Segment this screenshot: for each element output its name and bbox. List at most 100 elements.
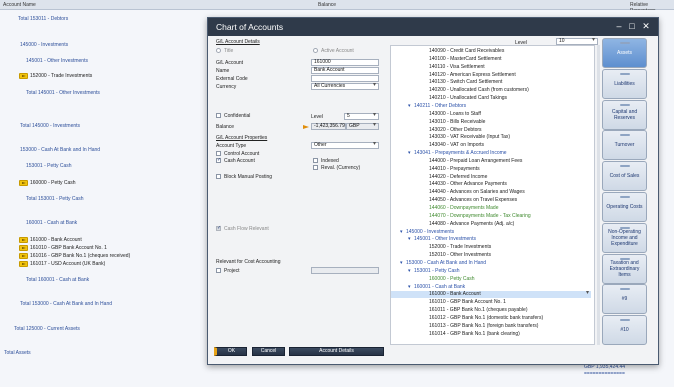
report-row[interactable]: 145001 - Other Investments (26, 58, 88, 64)
tree-node[interactable]: 144020 - Deferred Income (429, 174, 487, 181)
currency-select[interactable]: All Currencies (311, 83, 379, 90)
tree-node[interactable]: 144000 - Prepaid Loan Arrangement Fees (429, 158, 522, 165)
drawer-tab[interactable]: Liabilities (602, 68, 647, 99)
external-code-field[interactable] (311, 75, 379, 82)
dialog-titlebar[interactable]: Chart of Accounts – □ ✕ (208, 18, 658, 36)
balance-currency-select[interactable]: GBP (346, 123, 379, 130)
tree-node[interactable]: 140090 - Credit Card Receivables (429, 48, 504, 55)
link-arrow-icon[interactable] (19, 245, 28, 251)
tree-node[interactable]: ▾ 153000 - Cash At Bank and In Hand (400, 260, 486, 267)
report-row[interactable]: Total 153011 - Debtors (18, 16, 68, 22)
report-row[interactable]: Total Assets (4, 350, 31, 356)
tree-node[interactable]: ▾ 153001 - Petty Cash (408, 268, 460, 275)
close-icon[interactable]: ✕ (641, 21, 651, 31)
report-row[interactable]: Total 153000 - Cash At Bank and In Hand (20, 301, 112, 307)
drawer-tab[interactable]: Capital and Reserves (602, 99, 647, 130)
tree-level-select[interactable]: 10 (556, 38, 598, 45)
tree-node[interactable]: 140120 - American Express Settlement (429, 72, 516, 79)
link-arrow-icon[interactable] (19, 261, 28, 267)
link-arrow-icon[interactable] (19, 237, 28, 243)
name-field[interactable]: Bank Account (311, 67, 379, 74)
report-row[interactable]: 161000 - Bank Account (30, 237, 82, 243)
drawer-tab[interactable]: Assets (602, 38, 647, 68)
level-select[interactable]: 5 (344, 113, 379, 120)
tree-node[interactable]: ▾ 140211 - Other Debtors (408, 103, 466, 110)
tree-node[interactable]: 144080 - Advance Payments (Adj. a/c) (429, 221, 514, 228)
account-tree[interactable]: 140090 - Credit Card Receivables 140100 -… (390, 45, 595, 345)
tree-node[interactable]: 161012 - GBP Bank No.1 (domestic bank tr… (429, 315, 543, 322)
report-row[interactable]: 160000 - Petty Cash (30, 180, 76, 186)
account-type-select[interactable]: Other (311, 142, 379, 149)
drawer-tab[interactable]: #10 (602, 315, 647, 346)
report-row[interactable]: 160001 - Cash at Bank (26, 220, 77, 226)
report-row[interactable]: 161010 - GBP Bank Account No. 1 (30, 245, 107, 251)
report-row[interactable]: Total 125000 - Current Assets (14, 326, 80, 332)
indexed-checkbox[interactable] (313, 158, 318, 163)
report-row[interactable]: 145000 - Investments (20, 42, 68, 48)
cash-flow-relevant-checkbox[interactable] (216, 225, 221, 231)
report-row[interactable]: 153000 - Cash At Bank and In Hand (20, 147, 100, 153)
tree-node[interactable]: 143020 - Other Debtors (429, 127, 482, 134)
link-arrow-icon[interactable] (19, 73, 28, 79)
control-account-checkbox[interactable] (216, 151, 221, 156)
report-row[interactable]: 153001 - Petty Cash (26, 163, 72, 169)
tree-node[interactable]: 143010 - Bills Receivable (429, 119, 485, 126)
title-radio[interactable] (216, 48, 221, 53)
report-row[interactable]: Total 160001 - Cash at Bank (26, 277, 89, 283)
tree-node[interactable]: 161000 - Bank Account (391, 290, 591, 299)
reval-currency-checkbox[interactable] (313, 165, 318, 170)
minimize-icon[interactable]: – (614, 21, 624, 31)
report-row[interactable]: Total 153001 - Petty Cash (26, 196, 84, 202)
drawer-tab[interactable]: #9 (602, 284, 647, 315)
tree-node[interactable]: 161014 - GBP Bank No.1 (bank clearing) (429, 331, 520, 338)
tree-node[interactable]: 143030 - VAT Receivable (Input Tax) (429, 134, 510, 141)
report-row[interactable]: 152000 - Trade Investments (30, 73, 92, 79)
drawer-tab[interactable]: Cost of Sales (602, 161, 647, 192)
tree-node[interactable]: ▾ 145001 - Other Investments (408, 236, 476, 243)
tree-node[interactable]: 152010 - Other Investments (429, 252, 491, 259)
drawer-tab[interactable]: Operating Costs (602, 192, 647, 222)
report-row[interactable]: Total 145001 - Other Investments (26, 90, 100, 96)
cash-account-checkbox[interactable] (216, 157, 221, 163)
tree-node[interactable]: ▾ 145000 - Investments (400, 229, 454, 236)
block-manual-posting-checkbox[interactable] (216, 174, 221, 179)
tree-node[interactable]: 161013 - GBP Bank No.1 (foreign bank tra… (429, 323, 538, 330)
tree-scrollbar[interactable] (597, 45, 600, 345)
tree-node[interactable]: 144030 - Other Advance Payments (429, 181, 507, 188)
tree-node[interactable]: 144050 - Advances on Travel Expenses (429, 197, 517, 204)
maximize-icon[interactable]: □ (627, 21, 637, 31)
project-checkbox[interactable] (216, 268, 221, 273)
drawer-tab[interactable]: Non-Operating Income and Expenditure (602, 222, 647, 253)
report-row[interactable]: 161017 - USD Account (UK Bank) (30, 261, 105, 267)
link-arrow-icon[interactable] (19, 180, 28, 186)
project-field[interactable] (311, 267, 379, 274)
report-row[interactable]: 161016 - GBP Bank No.1 (cheques received… (30, 253, 130, 259)
tree-node[interactable]: ▾ 143041 - Prepayments & Accrued Income (408, 150, 507, 157)
tree-node[interactable]: 140100 - MasterCard Settlement (429, 56, 502, 63)
confidential-checkbox[interactable] (216, 113, 221, 118)
tree-node[interactable]: 144010 - Prepayments (429, 166, 480, 173)
tree-node[interactable]: 143040 - VAT on Imports (429, 142, 484, 149)
cancel-button[interactable]: Cancel (252, 347, 285, 356)
ok-button[interactable]: OK (214, 347, 247, 356)
tree-node[interactable]: 161011 - GBP Bank No.1 (cheques payable) (429, 307, 528, 314)
tree-node[interactable]: 140130 - Switch Card Settlement (429, 79, 502, 86)
tree-node[interactable]: 144070 - Downpayments Made - Tax Clearin… (429, 213, 531, 220)
drawer-tab[interactable]: Turnover (602, 130, 647, 161)
gl-account-field[interactable]: 161000 (311, 59, 379, 66)
tree-node[interactable]: 161010 - GBP Bank Account No. 1 (429, 299, 506, 306)
tree-node[interactable]: 140110 - Visa Settlement (429, 64, 485, 71)
tree-node[interactable]: 144060 - Downpayments Made (429, 205, 499, 212)
tree-node[interactable]: 143000 - Loans to Staff (429, 111, 481, 118)
tree-node[interactable]: 144040 - Advances on Salaries and Wages (429, 189, 525, 196)
account-details-button[interactable]: Account Details (289, 347, 384, 356)
column-account-name[interactable]: Account Name (3, 2, 36, 8)
tree-node[interactable]: ▾ 160001 - Cash at Bank (408, 284, 465, 291)
balance-link-arrow-icon[interactable] (303, 125, 309, 130)
link-arrow-icon[interactable] (19, 253, 28, 259)
active-account-radio[interactable] (313, 48, 318, 53)
drawer-tab[interactable]: Taxation and Extraordinary Items (602, 253, 647, 284)
column-balance[interactable]: Balance (318, 2, 336, 8)
tree-node[interactable]: 140200 - Unallocated Cash (from customer… (429, 87, 529, 94)
tree-node[interactable]: 160000 - Petty Cash (429, 276, 475, 283)
